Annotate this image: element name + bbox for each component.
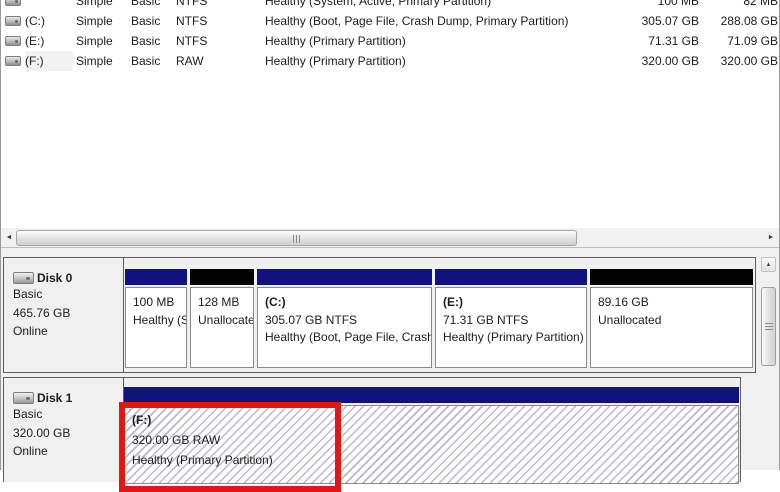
volume-layout: Simple [76,54,113,68]
partition-system-reserved[interactable]: 100 MB Healthy (System, Active, Primary … [125,269,187,368]
partition-status: Unallocated [198,312,253,327]
volume-layout: Simple [76,0,113,8]
volume-free: 71.09 GB [727,34,778,48]
volume-layout: Simple [76,34,113,48]
partition-status: Healthy (Boot, Page File, Crash Dump, Pr… [265,330,432,344]
volume-capacity: 71.31 GB [648,34,699,48]
volume-free: 320.00 GB [720,54,778,68]
volume-free: 82 MB [743,0,778,8]
partition-unallocated-89gb[interactable]: 89.16 GB Unallocated [590,269,753,368]
disk-name: Disk 0 [37,271,73,285]
volume-row-system-reserved[interactable]: Simple Basic NTFS Healthy (System, Activ… [1,0,779,11]
volume-capacity: 320.00 GB [641,54,699,68]
volume-capacity: 100 MB [657,0,699,8]
partition-header [435,269,587,285]
partition-header [124,387,739,403]
partition-header [190,269,254,285]
volume-fs: NTFS [176,14,208,28]
volume-status: Healthy (Primary Partition) [265,34,406,48]
scroll-up-icon[interactable]: ▲ [761,257,776,272]
disk-name: Disk 1 [37,391,73,405]
scrollbar-grip-icon [764,322,773,332]
disk-type: Basic [13,287,43,301]
horizontal-scrollbar[interactable]: ◄ ► [0,228,780,248]
volume-fs: RAW [176,54,204,68]
volume-icon [5,16,21,26]
disk-icon [13,272,34,284]
partition-status: Unallocated [598,312,662,327]
volume-row-e[interactable]: (E:) Simple Basic NTFS Healthy (Primary … [1,31,779,51]
partition-size: 89.16 GB [598,295,649,309]
volume-name [25,0,73,11]
volume-status: Healthy (Boot, Page File, Crash Dump, Pr… [265,14,569,28]
partition-unallocated-128mb[interactable]: 128 MB Unallocated [190,269,254,368]
scrollbar-grip-icon [292,235,302,243]
volume-icon [5,0,21,6]
volume-icon [5,56,21,66]
disk-1-row: Disk 1 Basic 320.00 GB Online (F:) 320.0… [3,377,741,484]
volume-type: Basic [131,0,161,8]
disk-icon [13,392,34,404]
graphical-view-pane: Disk 0 Basic 465.76 GB Online 100 MB Hea… [0,248,780,484]
volume-status: Healthy (System, Active, Primary Partiti… [265,0,492,8]
disk-size: 465.76 GB [13,305,71,320]
partition-name: (E:) [443,295,463,309]
horizontal-scrollbar-thumb[interactable] [16,230,577,246]
partition-header [257,269,432,285]
volume-name: (C:) [25,14,45,28]
partition-header [125,269,187,285]
volume-free: 288.08 GB [720,14,778,28]
partition-size: 100 MB [133,295,175,309]
partition-c[interactable]: (C:) 305.07 GB NTFS Healthy (Boot, Page … [257,269,432,368]
partition-size: 128 MB [198,295,240,309]
volume-layout: Simple [76,14,113,28]
disk-0-row: Disk 0 Basic 465.76 GB Online 100 MB Hea… [3,257,756,373]
partition-e[interactable]: (E:) 71.31 GB NTFS Healthy (Primary Part… [435,269,587,368]
disk-0-partitions: 100 MB Healthy (System, Active, Primary … [124,258,755,372]
vertical-scrollbar-thumb[interactable] [761,287,776,366]
annotation-highlight-box [119,402,341,492]
volume-icon [5,36,21,46]
scroll-right-icon[interactable]: ► [764,230,778,246]
volume-name: (E:) [25,34,45,48]
volume-type: Basic [131,14,161,28]
volume-row-c[interactable]: (C:) Simple Basic NTFS Healthy (Boot, Pa… [1,11,779,31]
volume-fs: NTFS [176,34,208,48]
disk-1-info[interactable]: Disk 1 Basic 320.00 GB Online [4,378,124,482]
disk-status: Online [13,324,48,338]
partition-size: 305.07 GB NTFS [265,312,358,327]
scroll-left-icon[interactable]: ◄ [2,230,16,246]
volume-list-pane: Simple Basic NTFS Healthy (System, Activ… [1,0,779,228]
volume-capacity: 305.07 GB [641,14,699,28]
volume-status: Healthy (Primary Partition) [265,54,406,68]
volume-type: Basic [131,34,161,48]
disk-status: Online [13,444,48,458]
partition-name: (C:) [265,295,286,309]
volume-fs: NTFS [176,0,208,8]
vertical-scrollbar[interactable]: ▲ [760,256,777,470]
partition-size: 71.31 GB NTFS [443,312,529,327]
disk-0-info[interactable]: Disk 0 Basic 465.76 GB Online [4,258,124,372]
partition-status: Healthy (System, Active, Primary Partiti… [133,312,186,327]
volume-name: (F:) [25,51,73,71]
volume-row-f[interactable]: (F:) Simple Basic RAW Healthy (Primary P… [1,51,779,71]
partition-header [590,269,753,285]
volume-type: Basic [131,54,161,68]
partition-status: Healthy (Primary Partition) [443,330,584,344]
disk-size: 320.00 GB [13,425,71,440]
disk-type: Basic [13,407,43,421]
